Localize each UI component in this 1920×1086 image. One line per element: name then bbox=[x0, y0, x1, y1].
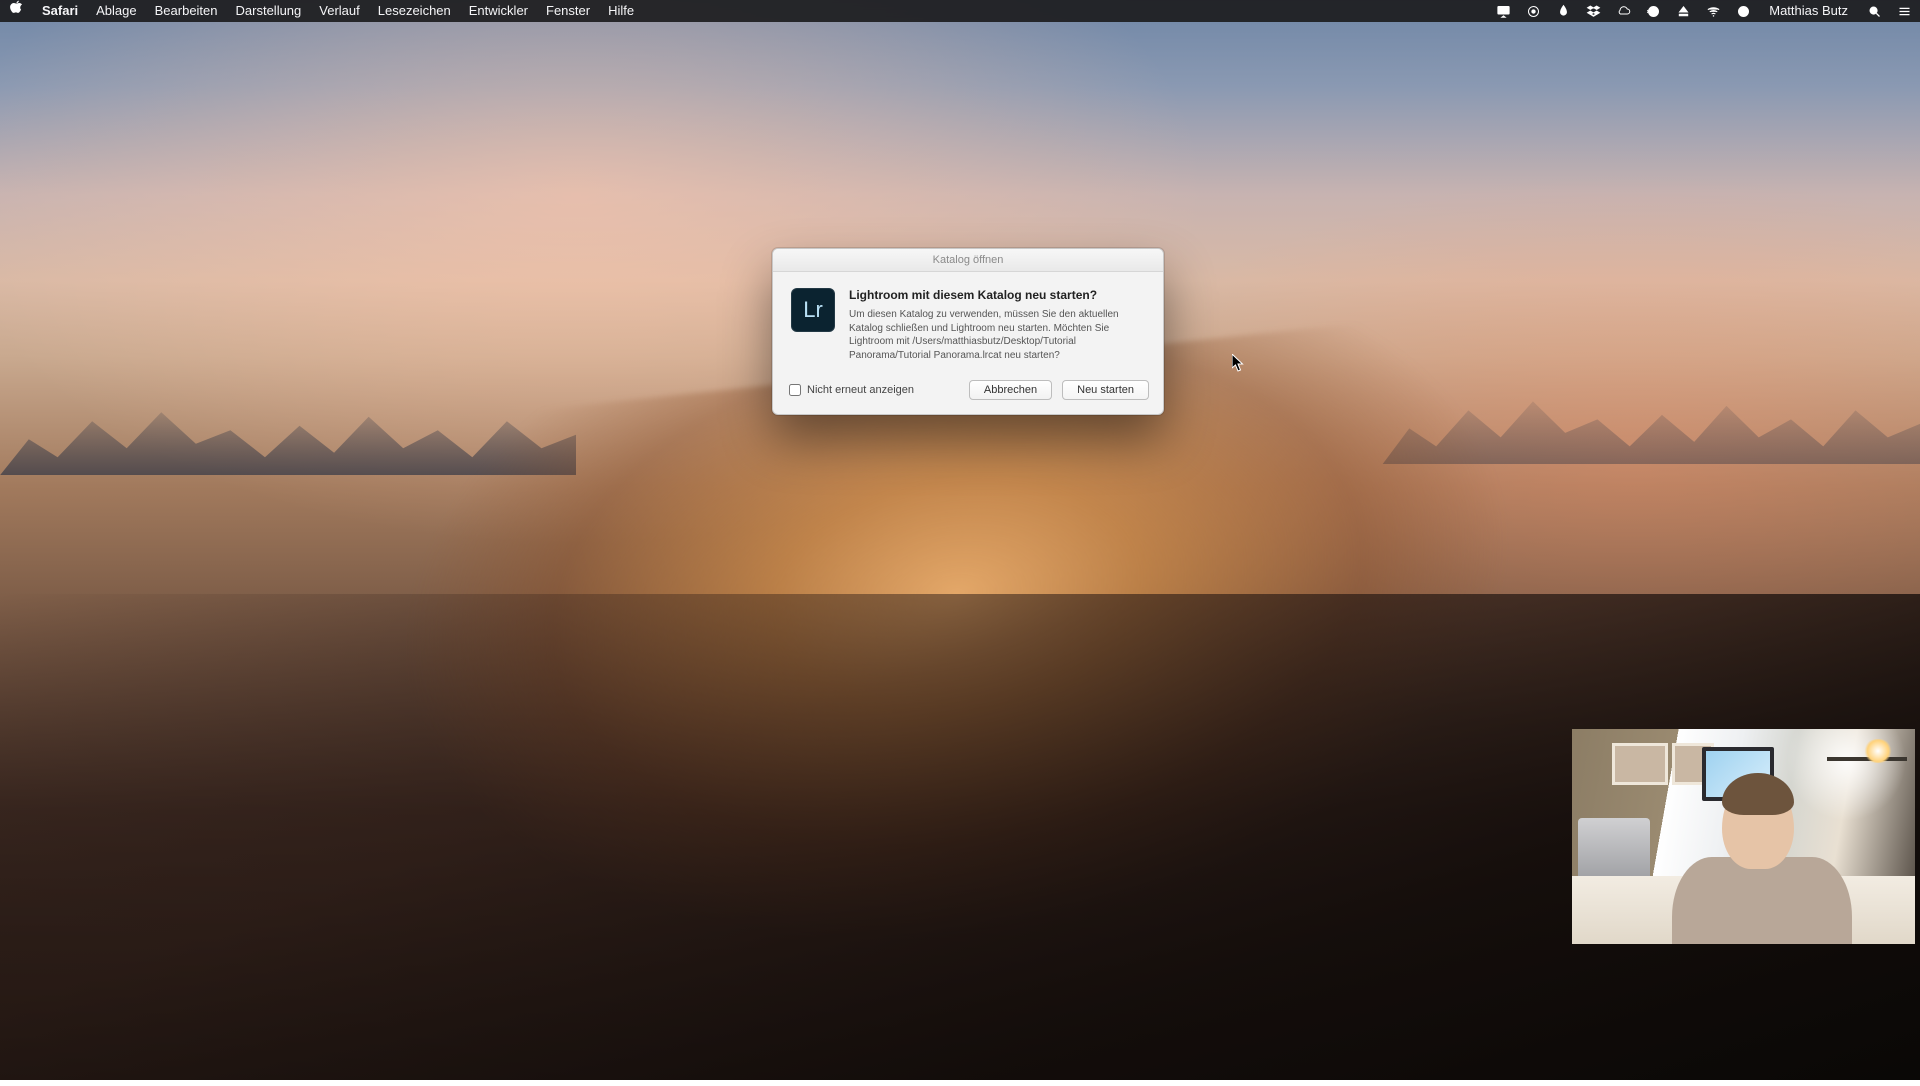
restart-button[interactable]: Neu starten bbox=[1062, 380, 1149, 400]
wifi-icon[interactable] bbox=[1705, 0, 1721, 22]
app-menu[interactable]: Safari bbox=[33, 0, 87, 22]
eject-icon[interactable] bbox=[1675, 0, 1691, 22]
dont-show-again-label: Nicht erneut anzeigen bbox=[807, 384, 914, 396]
pip-wall-photo bbox=[1612, 743, 1668, 785]
menu-bearbeiten[interactable]: Bearbeiten bbox=[146, 0, 227, 22]
backblaze-icon[interactable] bbox=[1555, 0, 1571, 22]
menu-entwickler[interactable]: Entwickler bbox=[460, 0, 537, 22]
spotlight-icon[interactable] bbox=[1866, 0, 1882, 22]
clock-icon[interactable] bbox=[1735, 0, 1751, 22]
dialog-title: Katalog öffnen bbox=[773, 249, 1163, 272]
app-status-icon[interactable] bbox=[1525, 0, 1541, 22]
webcam-overlay bbox=[1572, 729, 1915, 944]
menu-fenster[interactable]: Fenster bbox=[537, 0, 599, 22]
lightroom-icon: Lr bbox=[791, 288, 835, 332]
user-name[interactable]: Matthias Butz bbox=[1765, 0, 1852, 22]
dialog-headline: Lightroom mit diesem Katalog neu starten… bbox=[849, 288, 1145, 302]
dont-show-again-input[interactable] bbox=[789, 384, 801, 396]
apple-menu[interactable] bbox=[8, 0, 33, 22]
dont-show-again-checkbox[interactable]: Nicht erneut anzeigen bbox=[789, 384, 914, 396]
lightroom-icon-label: Lr bbox=[803, 297, 823, 323]
creative-cloud-icon[interactable] bbox=[1615, 0, 1631, 22]
menu-darstellung[interactable]: Darstellung bbox=[227, 0, 311, 22]
dialog-detail: Um diesen Katalog zu verwenden, müssen S… bbox=[849, 308, 1145, 362]
pip-person-body bbox=[1672, 857, 1852, 944]
menu-bar: Safari Ablage Bearbeiten Darstellung Ver… bbox=[0, 0, 1920, 22]
menu-ablage[interactable]: Ablage bbox=[87, 0, 145, 22]
screen-mirroring-icon[interactable] bbox=[1495, 0, 1511, 22]
dropbox-icon[interactable] bbox=[1585, 0, 1601, 22]
pip-lamp bbox=[1863, 739, 1893, 763]
menu-hilfe[interactable]: Hilfe bbox=[599, 0, 643, 22]
notification-center-icon[interactable] bbox=[1896, 0, 1912, 22]
apple-icon bbox=[10, 0, 23, 13]
time-machine-icon[interactable] bbox=[1645, 0, 1661, 22]
cancel-button[interactable]: Abbrechen bbox=[969, 380, 1052, 400]
menu-verlauf[interactable]: Verlauf bbox=[310, 0, 368, 22]
open-catalog-dialog: Katalog öffnen Lr Lightroom mit diesem K… bbox=[772, 248, 1164, 415]
menu-lesezeichen[interactable]: Lesezeichen bbox=[369, 0, 460, 22]
